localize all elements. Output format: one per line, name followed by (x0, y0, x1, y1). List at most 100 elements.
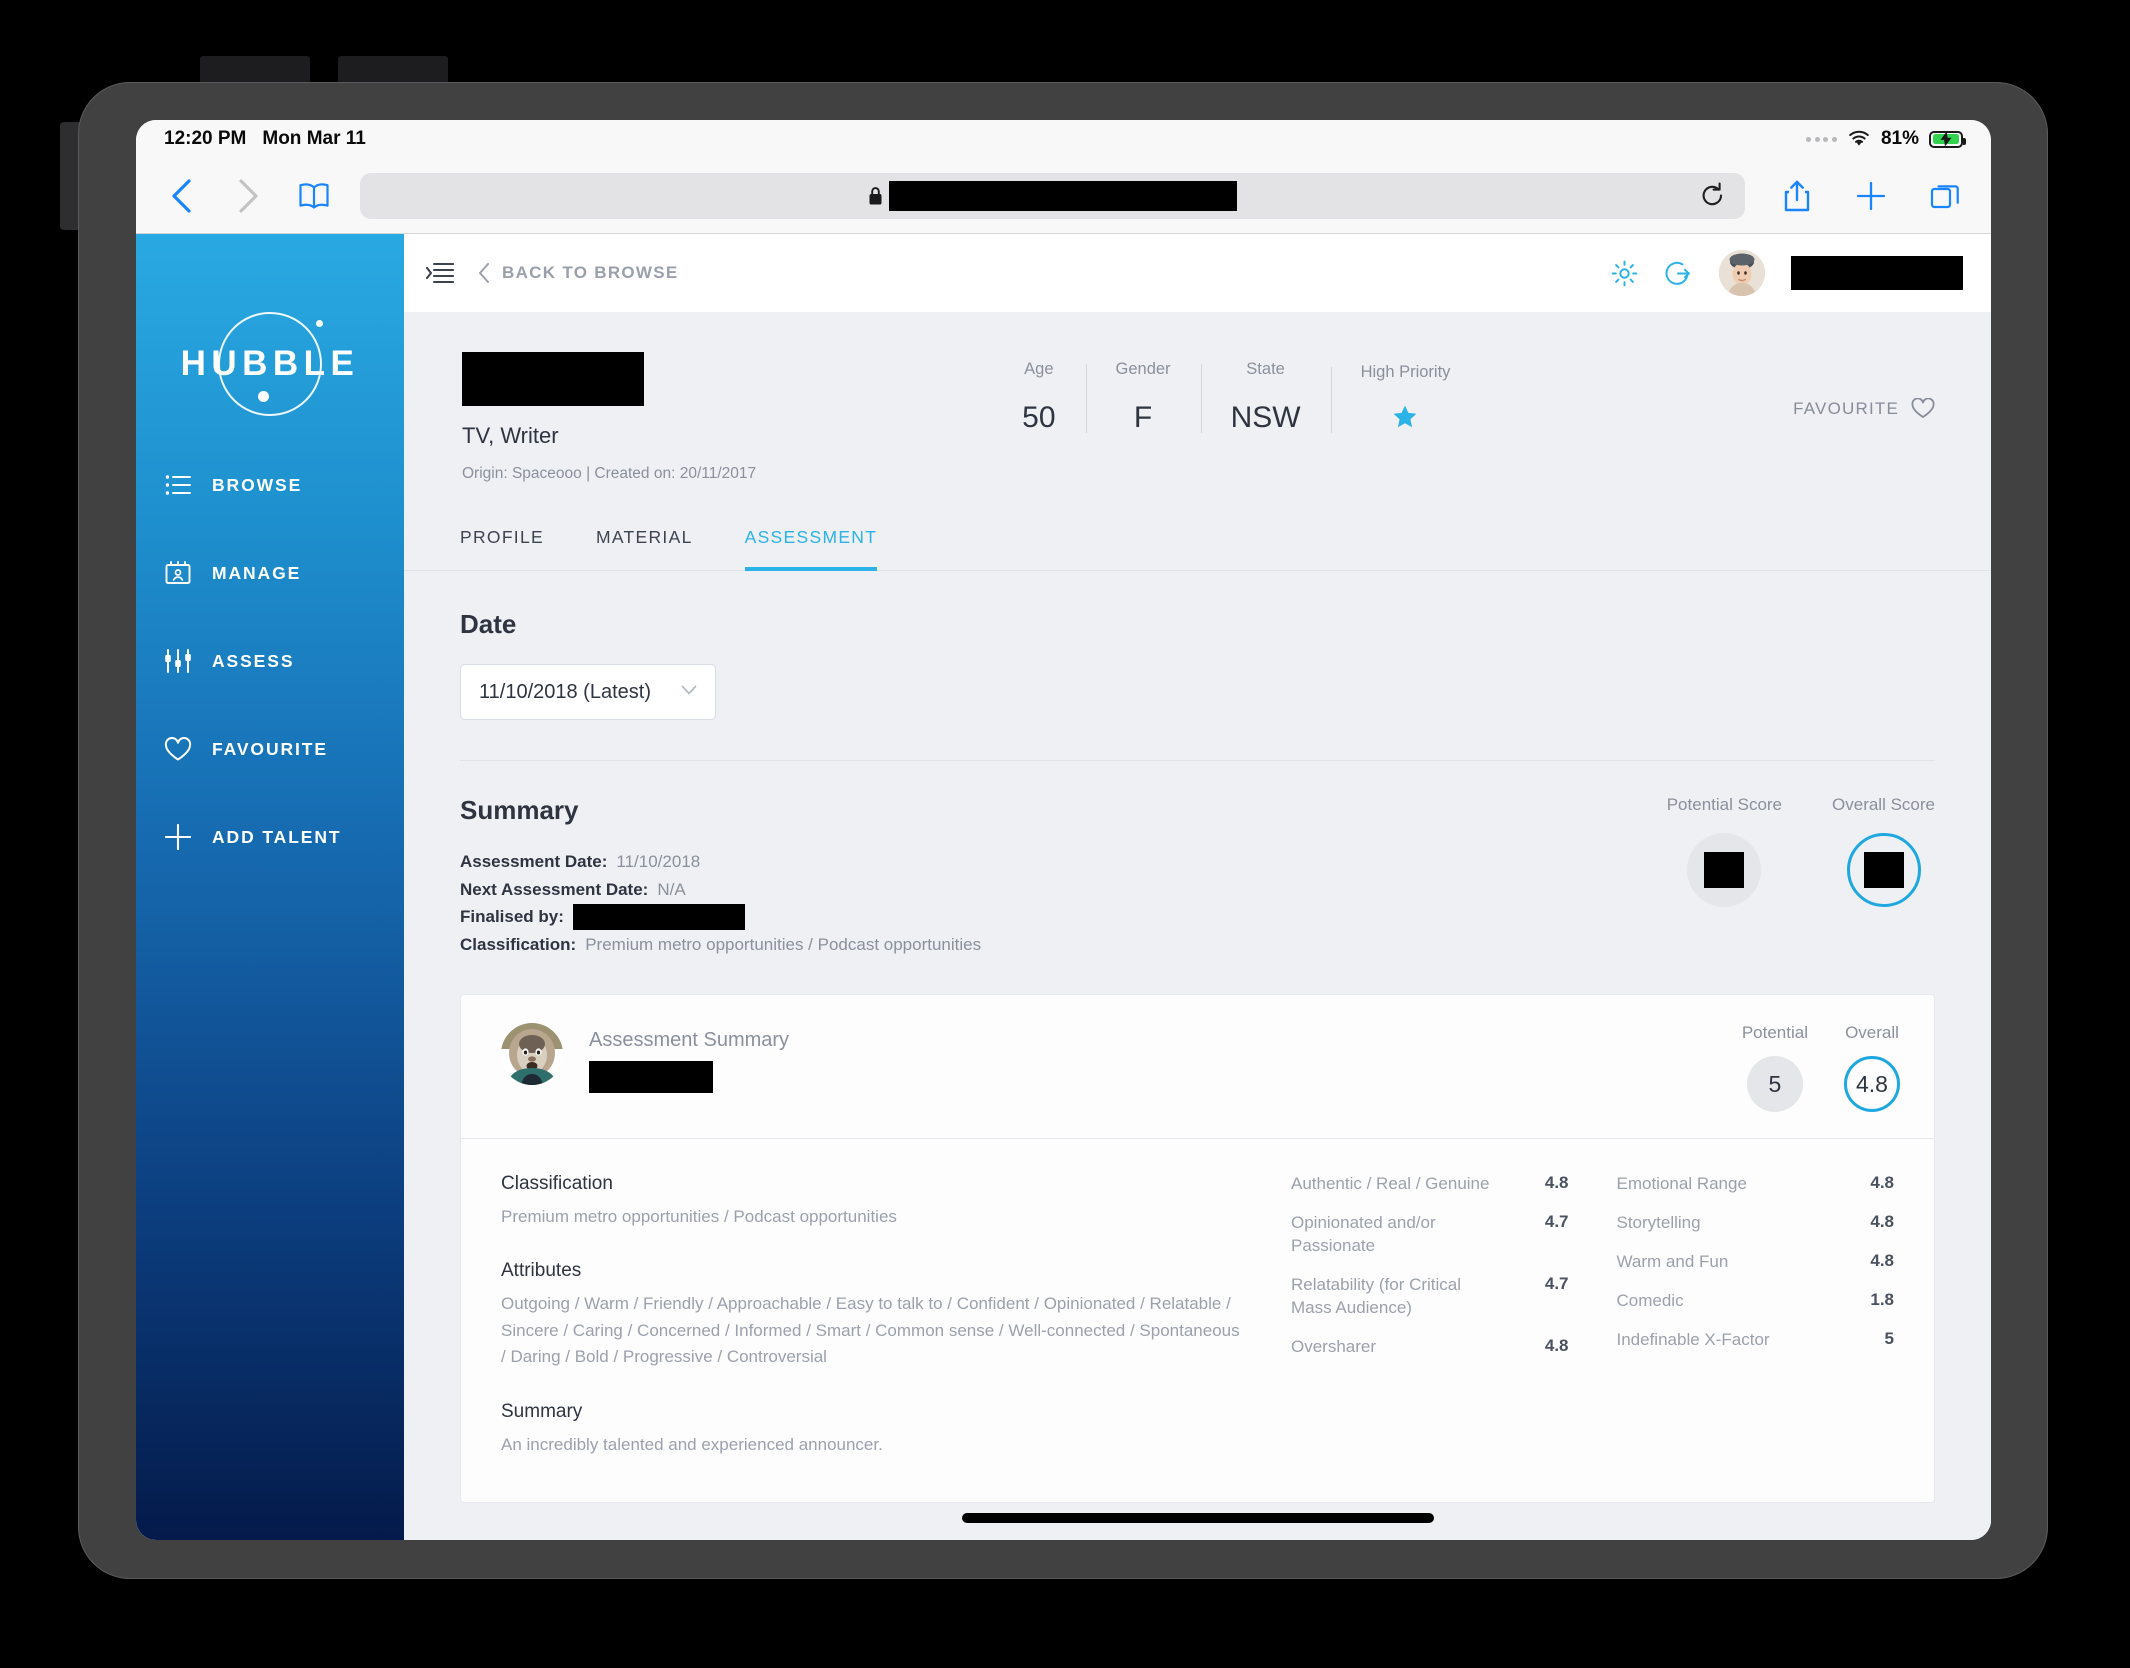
sidebar-item-add-talent[interactable]: ADD TALENT (136, 810, 404, 864)
date-heading: Date (460, 609, 517, 639)
overall-score-label: Overall Score (1832, 795, 1935, 814)
card-overall-value: 4.8 (1844, 1056, 1900, 1113)
stat-value: F (1133, 401, 1153, 434)
talent-title: TV, Writer (462, 423, 559, 448)
sidebar: HUBBLE BROWSE MANAGE ASSESS FAVOURITE AD… (136, 234, 404, 1540)
collapse-sidebar-icon[interactable] (426, 258, 456, 288)
tabs-icon[interactable] (1925, 176, 1965, 216)
card-overall-label: Overall (1845, 1023, 1899, 1043)
date-select-value: 11/10/2018 (Latest) (479, 680, 651, 703)
home-indicator[interactable] (961, 1512, 1434, 1523)
back-to-browse-button[interactable]: BACK TO BROWSE (478, 263, 679, 283)
sidebar-item-assess[interactable]: ASSESS (136, 634, 404, 688)
stat-label: State (1246, 360, 1285, 378)
sidebar-item-manage[interactable]: MANAGE (136, 546, 404, 600)
contact-card-icon (164, 559, 192, 587)
gear-icon[interactable] (1611, 259, 1639, 287)
classification-heading: Classification (501, 1173, 613, 1195)
field-label: Next Assessment Date: (460, 879, 649, 899)
field-label: Assessment Date: (460, 852, 608, 871)
score-row: Oversharer 4.8 (1291, 1336, 1569, 1359)
device-stage: 12:20 PM Mon Mar 11 81% HUBBLE BROWSE MA… (0, 0, 2130, 1668)
stat-value: 50 (1022, 401, 1056, 434)
sidebar-item-browse[interactable]: BROWSE (136, 458, 404, 512)
summary-finalised-by: Finalised by: (460, 903, 981, 931)
attributes-heading: Attributes (501, 1260, 582, 1282)
chevron-left-icon (478, 263, 490, 283)
summary-section: Summary Assessment Date: 11/10/2018 Next… (404, 761, 1991, 958)
score-value: 4.8 (1870, 1251, 1894, 1270)
card-header: Assessment Summary Potential 5 Overall 4… (461, 995, 1934, 1140)
stat-label: Age (1024, 360, 1054, 378)
back-icon[interactable] (162, 176, 202, 216)
card-meta: Assessment Summary (589, 1029, 789, 1094)
sidebar-item-label: FAVOURITE (212, 738, 328, 759)
username-redacted (1791, 256, 1963, 290)
score-name: Relatability (for Critical Mass Audience… (1291, 1274, 1462, 1317)
home-indicator-area (404, 1502, 1991, 1537)
volume-button-up[interactable] (200, 56, 310, 84)
tab-profile[interactable]: PROFILE (460, 527, 544, 571)
score-name: Indefinable X-Factor (1616, 1329, 1770, 1349)
summary-classification: Classification: Premium metro opportunit… (460, 931, 981, 959)
score-row: Comedic 1.8 (1617, 1290, 1895, 1313)
lock-icon (868, 186, 883, 206)
logout-icon[interactable] (1665, 259, 1693, 287)
score-name: Authentic / Real / Genuine (1291, 1174, 1490, 1194)
user-avatar[interactable] (1719, 250, 1765, 296)
sliders-icon (164, 647, 192, 675)
potential-score: Potential Score (1667, 795, 1782, 958)
card-scores: Potential 5 Overall 4.8 (1741, 1023, 1900, 1113)
score-value: 4.8 (1544, 1173, 1569, 1193)
score-row: Storytelling 4.8 (1617, 1212, 1895, 1235)
app-top-bar: BACK TO BROWSE (404, 234, 1991, 312)
favourite-label: FAVOURITE (1793, 398, 1899, 418)
score-value: 1.8 (1870, 1289, 1894, 1309)
finalised-by-redacted (572, 903, 745, 930)
back-to-browse-label: BACK TO BROWSE (502, 263, 679, 282)
status-time: 12:20 PM (164, 128, 247, 149)
score-value: 4.7 (1544, 1273, 1569, 1293)
sidebar-item-favourite[interactable]: FAVOURITE (136, 722, 404, 776)
address-bar[interactable] (360, 172, 1745, 219)
plus-icon[interactable] (1851, 176, 1891, 216)
potential-score-redacted (1704, 852, 1745, 888)
sidebar-item-label: ASSESS (212, 650, 295, 671)
favourite-button[interactable]: FAVOURITE (1793, 398, 1935, 419)
tab-bar: PROFILE MATERIAL ASSESSMENT (404, 527, 1991, 571)
heart-outline-icon (1911, 398, 1935, 419)
high-priority-star-icon (1361, 404, 1451, 435)
card-potential-label: Potential (1741, 1023, 1808, 1043)
status-date: Mon Mar 11 (262, 128, 366, 149)
card-author-redacted (589, 1061, 713, 1094)
chevron-down-icon (681, 683, 697, 701)
field-label: Classification: (460, 934, 577, 954)
assessment-summary-card: Assessment Summary Potential 5 Overall 4… (460, 994, 1935, 1503)
volume-button-down[interactable] (338, 56, 448, 84)
card-potential-value: 5 (1746, 1056, 1803, 1113)
score-row: Emotional Range 4.8 (1617, 1173, 1895, 1196)
card-attributes-section: Attributes Outgoing / Warm / Friendly / … (501, 1260, 1243, 1370)
book-icon[interactable] (294, 176, 334, 216)
field-value: 11/10/2018 (616, 852, 701, 871)
card-body: Classification Premium metro opportuniti… (461, 1139, 1934, 1502)
reload-icon[interactable] (1700, 182, 1725, 209)
date-select[interactable]: 11/10/2018 (Latest) (460, 664, 716, 720)
tab-material[interactable]: MATERIAL (596, 527, 693, 571)
share-icon[interactable] (1777, 176, 1817, 216)
profile-stats: Age 50 Gender F State NSW High Priority (992, 360, 1480, 435)
power-button[interactable] (60, 122, 80, 230)
wifi-icon (1847, 130, 1871, 148)
forward-icon[interactable] (228, 176, 268, 216)
attributes-text: Outgoing / Warm / Friendly / Approachabl… (501, 1294, 1240, 1367)
score-column-two: Emotional Range 4.8 Storytelling 4.8 War… (1569, 1173, 1895, 1458)
score-name: Oversharer (1291, 1336, 1377, 1356)
stat-value: NSW (1230, 401, 1301, 434)
stat-age: Age 50 (992, 360, 1085, 435)
tab-assessment[interactable]: ASSESSMENT (744, 527, 878, 571)
score-value: 4.8 (1870, 1173, 1894, 1193)
content-scroll-area[interactable]: TV, Writer Origin: Spaceooo | Created on… (404, 312, 1991, 1540)
main-area: BACK TO BROWSE TV, Writer Origin: Spaceo… (404, 234, 1991, 1540)
score-name: Emotional Range (1616, 1174, 1747, 1194)
list-icon (164, 471, 192, 499)
